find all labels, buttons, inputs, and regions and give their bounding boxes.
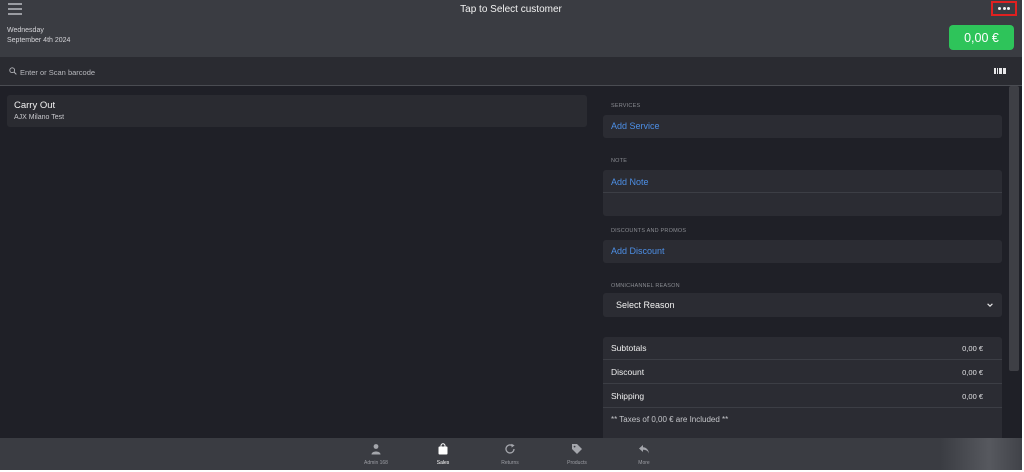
order-type-card[interactable]: Carry Out AJX Milano Test xyxy=(7,95,587,127)
barcode-search-bar xyxy=(0,57,1022,86)
cart-details-panel: SERVICES Add Service NOTE Add Note DISCO… xyxy=(603,86,1002,438)
select-reason-value: Select Reason xyxy=(616,300,675,310)
discount-label: Discount xyxy=(611,367,645,377)
date-display: Wednesday September 4th 2024 xyxy=(7,26,70,46)
discounts-section-label: DISCOUNTS AND PROMOS xyxy=(611,228,687,234)
vertical-scrollbar[interactable] xyxy=(1009,86,1019,371)
subtotals-label: Subtotals xyxy=(611,343,647,353)
services-section-label: SERVICES xyxy=(611,103,641,109)
top-header: Tap to Select customer Wednesday Septemb… xyxy=(0,0,1022,57)
refresh-icon xyxy=(505,443,515,454)
more-dots-icon xyxy=(998,7,1002,10)
day-label: Wednesday xyxy=(7,27,44,34)
more-options-button[interactable] xyxy=(991,1,1017,16)
search-icon xyxy=(9,67,17,75)
shipping-value: 0,00 € xyxy=(962,392,983,401)
totals-row-discount: Discount 0,00 € xyxy=(603,361,1002,384)
barcode-icon[interactable] xyxy=(994,68,1006,74)
add-service-button[interactable]: Add Service xyxy=(611,121,660,131)
pos-app: Tap to Select customer Wednesday Septemb… xyxy=(0,0,1022,470)
totals-row-shipping: Shipping 0,00 € xyxy=(603,385,1002,408)
totals-row-subtotals: Subtotals 0,00 € xyxy=(603,337,1002,360)
note-text-area[interactable] xyxy=(603,193,1002,216)
services-row: Add Service xyxy=(603,115,1002,138)
tab-products-label: Products xyxy=(567,460,587,466)
tab-more-label: More xyxy=(638,460,650,466)
totals-summary: Subtotals 0,00 € Discount 0,00 € Shippin… xyxy=(603,337,1002,438)
tab-sales[interactable]: Sales xyxy=(418,438,468,470)
tags-icon xyxy=(572,444,582,454)
tax-note: ** Taxes of 0,00 € are Included ** xyxy=(611,415,729,424)
tab-products[interactable]: Products xyxy=(552,438,602,470)
tab-admin[interactable]: Admin 168 xyxy=(351,438,401,470)
reply-arrow-icon xyxy=(639,445,649,454)
subtotals-value: 0,00 € xyxy=(962,344,983,353)
tab-returns-label: Returns xyxy=(501,460,519,466)
note-section-label: NOTE xyxy=(611,158,628,164)
order-type-title: Carry Out xyxy=(14,100,56,111)
note-box: Add Note xyxy=(603,170,1002,216)
omnichannel-section-label: OMNICHANNEL REASON xyxy=(611,283,680,289)
tab-sales-label: Sales xyxy=(436,460,450,466)
shopping-bag-icon xyxy=(438,443,448,455)
tab-returns[interactable]: Returns xyxy=(485,438,535,470)
total-pay-button[interactable]: 0,00 € xyxy=(949,25,1014,50)
tab-admin-label: Admin 168 xyxy=(364,460,388,466)
bottom-tab-bar: Admin 168 Sales Returns Products More xyxy=(0,438,1022,470)
chevron-down-icon xyxy=(987,303,993,307)
omnichannel-reason-select[interactable]: Select Reason xyxy=(603,293,1002,317)
select-customer-button[interactable]: Tap to Select customer xyxy=(0,4,1022,15)
add-discount-button[interactable]: Add Discount xyxy=(611,246,665,256)
add-note-button[interactable]: Add Note xyxy=(611,177,649,187)
discount-value: 0,00 € xyxy=(962,368,983,377)
person-icon xyxy=(371,444,381,455)
store-name: AJX Milano Test xyxy=(14,114,65,121)
date-label: September 4th 2024 xyxy=(7,37,71,44)
tab-more[interactable]: More xyxy=(619,438,669,470)
discounts-row: Add Discount xyxy=(603,240,1002,263)
barcode-search-input[interactable] xyxy=(20,64,420,80)
shipping-label: Shipping xyxy=(611,391,645,401)
